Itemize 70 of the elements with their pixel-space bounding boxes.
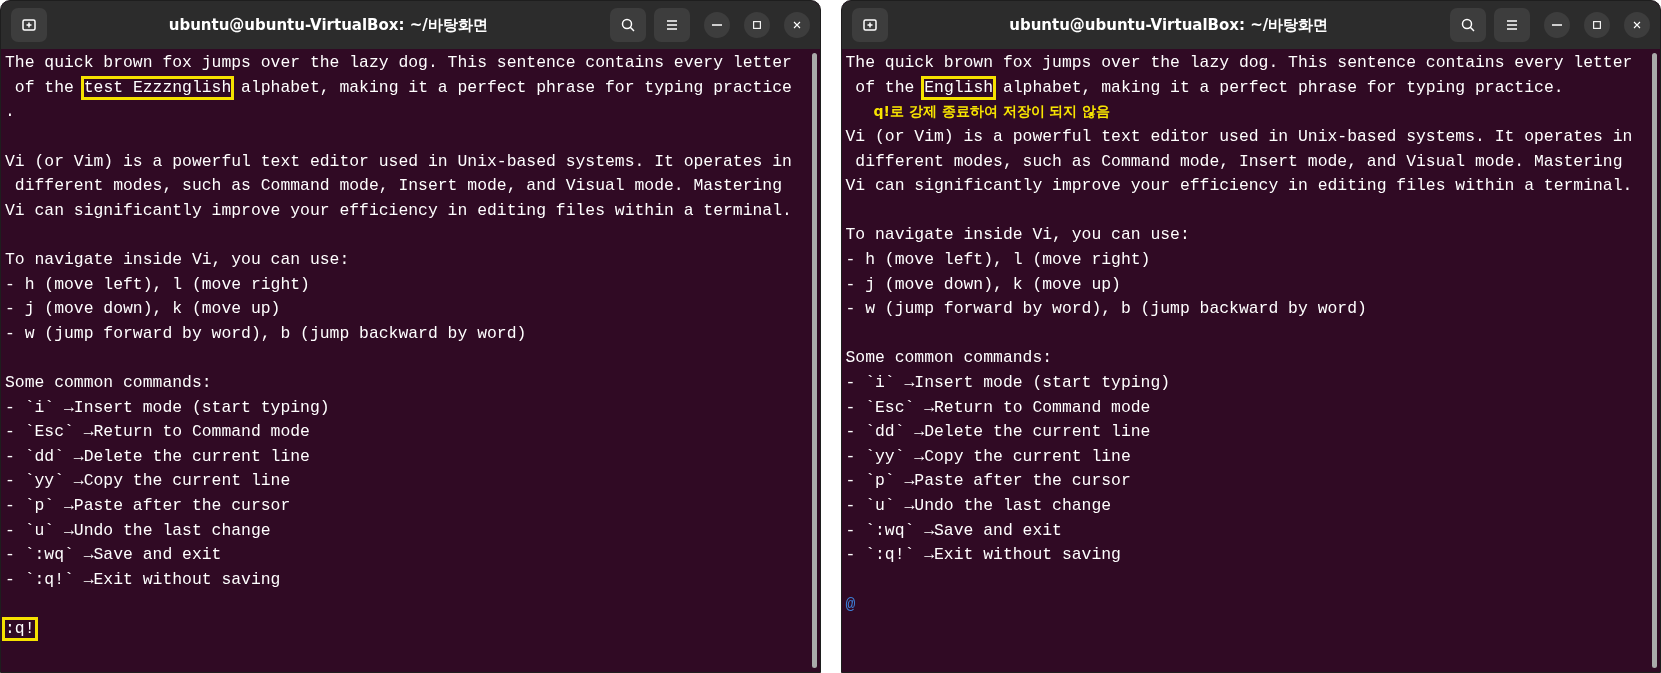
terminal-text: To navigate inside Vi, you can use: (4, 249, 351, 272)
terminal-text: alphabet, making it a perfect phrase for typing practice (240, 76, 793, 99)
window-title: ubuntu@ubuntu-VirtualBox: ~/바탕화면 (168, 15, 488, 35)
terminal-text: Vi (or Vim) is a powerful text editor used in Unix-based systems. It operates in (844, 126, 1634, 149)
terminal-text: Vi can significantly improve your efficiency in editing files within a terminal. (4, 199, 793, 222)
terminal-text: - h (move left), l (move right) (4, 273, 311, 296)
terminal-text: The quick brown fox jumps over the lazy dog. This sentence contains every letter (4, 52, 793, 75)
new-tab-button[interactable] (11, 8, 47, 42)
terminal-text: - w (jump forward by word), b (jump backward by word) (844, 298, 1368, 321)
menu-icon (1504, 17, 1520, 33)
terminal-text: - `:wq` →Save and exit (844, 519, 1063, 542)
highlighted-text: :q! (2, 616, 38, 641)
terminal-text: Some common commands: (4, 372, 213, 394)
terminal-text: of the (13, 76, 75, 99)
terminal-text: Vi can significantly improve your efficiency in editing files within a terminal. (844, 175, 1634, 198)
menu-button[interactable] (1494, 8, 1530, 42)
terminal-text: The quick brown fox jumps over the lazy dog. This sentence contains every letter (844, 52, 1634, 75)
search-button[interactable] (609, 8, 646, 42)
terminal-text: - `:q!` →Exit without saving (4, 568, 282, 591)
terminal-text: - `u` →Undo the last change (844, 495, 1113, 517)
search-icon (1460, 17, 1476, 33)
terminal-text: - j (move down), k (move up) (844, 273, 1122, 296)
minimize-icon (711, 24, 722, 26)
terminal-text: different modes, such as Command mode, Insert mode, and Visual mode. Mastering (854, 150, 1624, 173)
terminal-text: Some common commands: (844, 347, 1054, 370)
terminal-text: - `p` →Paste after the cursor (844, 470, 1132, 493)
maximize-button[interactable] (1584, 12, 1610, 38)
terminal-text: - `Esc` →Return to Command mode (844, 396, 1152, 419)
close-button[interactable] (1624, 12, 1650, 38)
terminal-text: To navigate inside Vi, you can use: (844, 224, 1191, 247)
close-button[interactable] (783, 12, 810, 38)
scrollbar[interactable] (811, 53, 817, 668)
terminal-text: - `yy` →Copy the current line (4, 470, 292, 493)
close-icon (1631, 19, 1643, 31)
scrollbar[interactable] (1652, 53, 1657, 668)
highlighted-text: English (921, 75, 997, 100)
new-tab-button[interactable] (851, 8, 888, 42)
terminal-text: - `dd` →Delete the current line (844, 421, 1152, 444)
highlighted-text: test Ezzznglish (80, 75, 235, 100)
terminal-text: - `yy` →Copy the current line (844, 445, 1132, 468)
terminal-text: - `:wq` →Save and exit (4, 544, 223, 567)
terminal-text: - h (move left), l (move right) (844, 249, 1152, 272)
new-tab-icon (861, 17, 878, 33)
terminal-text: . (4, 101, 16, 124)
maximize-icon (750, 19, 763, 31)
terminal-text: - `i` →Insert mode (start typing) (844, 372, 1172, 394)
terminal-text: different modes, such as Command mode, Insert mode, and Visual mode. Mastering (13, 175, 784, 198)
cursor-marker: @ (845, 594, 856, 614)
terminal-text: - `u` →Undo the last change (4, 519, 272, 542)
terminal-text: alphabet, making it a perfect phrase for typing practice. (1001, 76, 1565, 99)
terminal-text: - `dd` →Delete the current line (4, 445, 311, 468)
terminal-text: - j (move down), k (move up) (4, 298, 282, 321)
minimize-button[interactable] (1544, 12, 1570, 38)
maximize-icon (1591, 19, 1603, 31)
minimize-icon (1552, 24, 1562, 26)
terminal-text: Vi (or Vim) is a powerful text editor used in Unix-based systems. It operates in (4, 150, 793, 173)
new-tab-icon (21, 17, 37, 33)
terminal-text: - `p` →Paste after the cursor (4, 495, 292, 517)
terminal-text: - w (jump forward by word), b (jump backward by word) (4, 322, 528, 345)
annotation-text: q!로 강제 종료하여 저장이 되지 않음 (872, 103, 1111, 122)
search-icon (619, 17, 636, 33)
maximize-button[interactable] (743, 12, 770, 38)
menu-button[interactable] (653, 8, 690, 42)
terminal-text: - `i` →Insert mode (start typing) (4, 396, 331, 419)
terminal-text: - `Esc` →Return to Command mode (4, 421, 311, 444)
minimize-button[interactable] (703, 12, 730, 38)
search-button[interactable] (1450, 8, 1486, 42)
window-title: ubuntu@ubuntu-VirtualBox: ~/바탕화면 (1009, 15, 1329, 35)
terminal-text: - `:q!` →Exit without saving (844, 544, 1122, 567)
terminal-text: of the (854, 76, 916, 99)
